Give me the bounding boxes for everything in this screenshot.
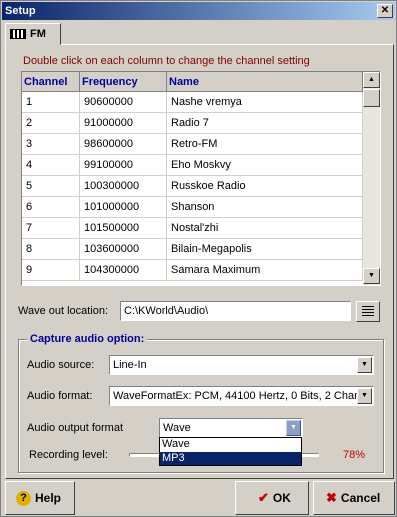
table-row[interactable]: 3 98600000 Retro-FM <box>22 134 363 155</box>
capture-audio-title: Capture audio option: <box>27 333 148 345</box>
table-row[interactable]: 8 103600000 Bilain-Megapolis <box>22 239 363 260</box>
name-cell[interactable]: Russkoe Radio <box>167 176 363 197</box>
scroll-down-icon[interactable]: ▼ <box>363 268 380 284</box>
frequency-cell[interactable]: 101000000 <box>80 197 167 218</box>
name-cell[interactable]: Samara Maximum <box>167 260 363 281</box>
wave-out-label: Wave out location: <box>18 305 109 317</box>
audio-output-value: Wave <box>163 422 191 434</box>
column-header-name[interactable]: Name <box>167 72 363 92</box>
browse-button[interactable] <box>356 301 380 322</box>
audio-source-label: Audio source: <box>27 359 95 371</box>
help-icon: ? <box>16 491 31 507</box>
frequency-cell[interactable]: 101500000 <box>80 218 167 239</box>
window-title: Setup <box>5 5 36 17</box>
audio-format-label: Audio format: <box>27 390 93 402</box>
table-row[interactable]: 9 104300000 Samara Maximum <box>22 260 363 281</box>
tab-fm[interactable]: FM <box>5 23 61 45</box>
dropdown-option-wave[interactable]: Wave <box>160 438 301 451</box>
name-cell[interactable]: Shanson <box>167 197 363 218</box>
table-row[interactable]: 1 90600000 Nashe vremya <box>22 92 363 113</box>
channel-cell[interactable]: 2 <box>22 113 80 134</box>
audio-format-select[interactable]: WaveFormatEx: PCM, 44100 Hertz, 0 Bits, … <box>109 386 374 406</box>
frequency-cell[interactable]: 99100000 <box>80 155 167 176</box>
title-bar: Setup ✕ <box>2 2 395 20</box>
frequency-cell[interactable]: 91000000 <box>80 113 167 134</box>
close-button[interactable]: ✕ <box>377 4 393 18</box>
close-icon: ✕ <box>380 5 390 16</box>
chevron-down-icon[interactable]: ▼ <box>286 420 301 436</box>
audio-source-select[interactable]: Line-In ▼ <box>109 355 374 375</box>
scroll-up-icon[interactable]: ▲ <box>363 72 380 88</box>
grid-header: Channel Frequency Name <box>22 72 363 92</box>
frequency-cell[interactable]: 104300000 <box>80 260 167 281</box>
instruction-text: Double click on each column to change th… <box>23 55 310 67</box>
folder-browse-icon <box>362 306 374 317</box>
channel-cell[interactable]: 6 <box>22 197 80 218</box>
frequency-cell[interactable]: 100300000 <box>80 176 167 197</box>
recording-level-value: 78% <box>343 449 366 461</box>
table-row[interactable]: 4 99100000 Eho Moskvy <box>22 155 363 176</box>
table-row[interactable]: 2 91000000 Radio 7 <box>22 113 363 134</box>
audio-format-value: WaveFormatEx: PCM, 44100 Hertz, 0 Bits, … <box>113 390 374 402</box>
cancel-button[interactable]: ✖ Cancel <box>313 481 395 515</box>
name-cell[interactable]: Nashe vremya <box>167 92 363 113</box>
help-button[interactable]: ? Help <box>5 481 75 515</box>
ok-button-label: OK <box>272 491 291 505</box>
help-button-label: Help <box>35 491 62 505</box>
column-header-channel[interactable]: Channel <box>22 72 80 92</box>
column-header-frequency[interactable]: Frequency <box>80 72 167 92</box>
frequency-cell[interactable]: 103600000 <box>80 239 167 260</box>
frequency-cell[interactable]: 90600000 <box>80 92 167 113</box>
chevron-down-icon[interactable]: ▼ <box>357 357 372 373</box>
channel-cell[interactable]: 7 <box>22 218 80 239</box>
cancel-x-icon: ✖ <box>326 490 337 505</box>
table-row[interactable]: 7 101500000 Nostal'zhi <box>22 218 363 239</box>
cancel-button-label: Cancel <box>340 491 381 505</box>
audio-source-value: Line-In <box>113 359 147 371</box>
channel-grid[interactable]: Channel Frequency Name 1 90600000 Nashe vr… <box>21 71 381 286</box>
name-cell[interactable]: Bilain-Megapolis <box>167 239 363 260</box>
ok-button[interactable]: ✔ OK <box>235 481 309 515</box>
channel-cell[interactable]: 9 <box>22 260 80 281</box>
grid-scrollbar[interactable]: ▲ ▼ <box>363 72 380 285</box>
name-cell[interactable]: Radio 7 <box>167 113 363 134</box>
table-row[interactable]: 5 100300000 Russkoe Radio <box>22 176 363 197</box>
audio-output-label: Audio output format <box>27 422 124 434</box>
setup-window: Setup ✕ FM Double click on each column t… <box>0 0 397 517</box>
channel-cell[interactable]: 4 <box>22 155 80 176</box>
name-cell[interactable]: Eho Moskvy <box>167 155 363 176</box>
frequency-cell[interactable]: 98600000 <box>80 134 167 155</box>
scroll-thumb[interactable] <box>363 89 380 107</box>
name-cell[interactable]: Retro-FM <box>167 134 363 155</box>
tab-fm-label: FM <box>30 28 46 40</box>
radio-icon <box>10 29 26 40</box>
recording-level-label: Recording level: <box>29 449 108 461</box>
channel-cell[interactable]: 1 <box>22 92 80 113</box>
checkmark-icon: ✔ <box>258 490 269 505</box>
chevron-down-icon[interactable]: ▼ <box>357 388 372 404</box>
channel-cell[interactable]: 3 <box>22 134 80 155</box>
channel-cell[interactable]: 5 <box>22 176 80 197</box>
table-row[interactable]: 6 101000000 Shanson <box>22 197 363 218</box>
channel-cell[interactable]: 8 <box>22 239 80 260</box>
wave-out-path-input[interactable]: C:\KWorld\Audio\ <box>120 301 351 321</box>
name-cell[interactable]: Nostal'zhi <box>167 218 363 239</box>
dropdown-option-mp3[interactable]: MP3 <box>160 452 301 465</box>
audio-output-select[interactable]: Wave ▼ <box>159 418 303 438</box>
audio-output-dropdown[interactable]: Wave MP3 <box>159 437 302 466</box>
